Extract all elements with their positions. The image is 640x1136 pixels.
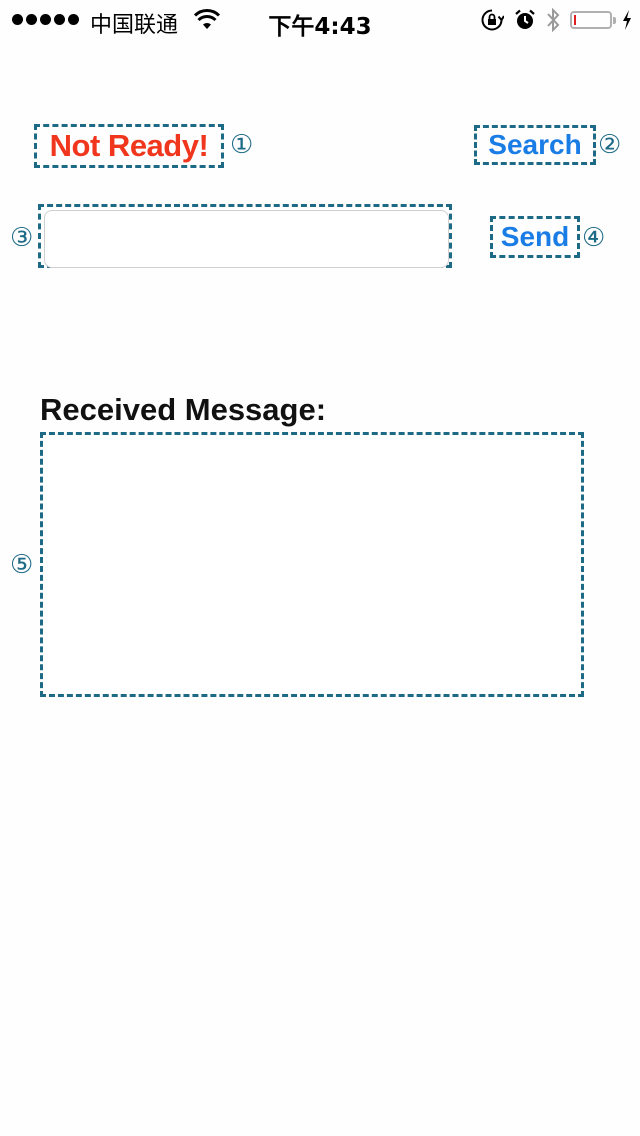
battery-icon (570, 11, 616, 29)
received-message-label: Received Message: (40, 392, 327, 427)
annotation-marker-1: ① (230, 130, 254, 160)
status-icons (480, 7, 632, 33)
message-input[interactable] (44, 210, 449, 268)
battery-level-fill (574, 15, 576, 25)
annotation-marker-5: ⑤ (10, 550, 34, 580)
alarm-icon (515, 9, 535, 29)
received-message-area[interactable] (40, 432, 584, 697)
charging-icon (623, 10, 631, 30)
bluetooth-icon (547, 7, 560, 33)
search-button[interactable]: Search (474, 125, 596, 165)
connection-status-label: Not Ready! (34, 124, 224, 168)
app-screen: 中国联通 下午4:43 Not Ready! ① Search ② ③ Send… (0, 0, 640, 1136)
annotation-marker-4: ④ (582, 223, 606, 253)
send-button[interactable]: Send (490, 216, 580, 258)
rotation-lock-icon (481, 9, 504, 31)
message-input-frame (38, 204, 452, 268)
received-message-text (43, 435, 581, 455)
annotation-marker-3: ③ (10, 223, 34, 253)
annotation-marker-2: ② (598, 130, 622, 160)
status-bar: 中国联通 下午4:43 (0, 0, 640, 40)
